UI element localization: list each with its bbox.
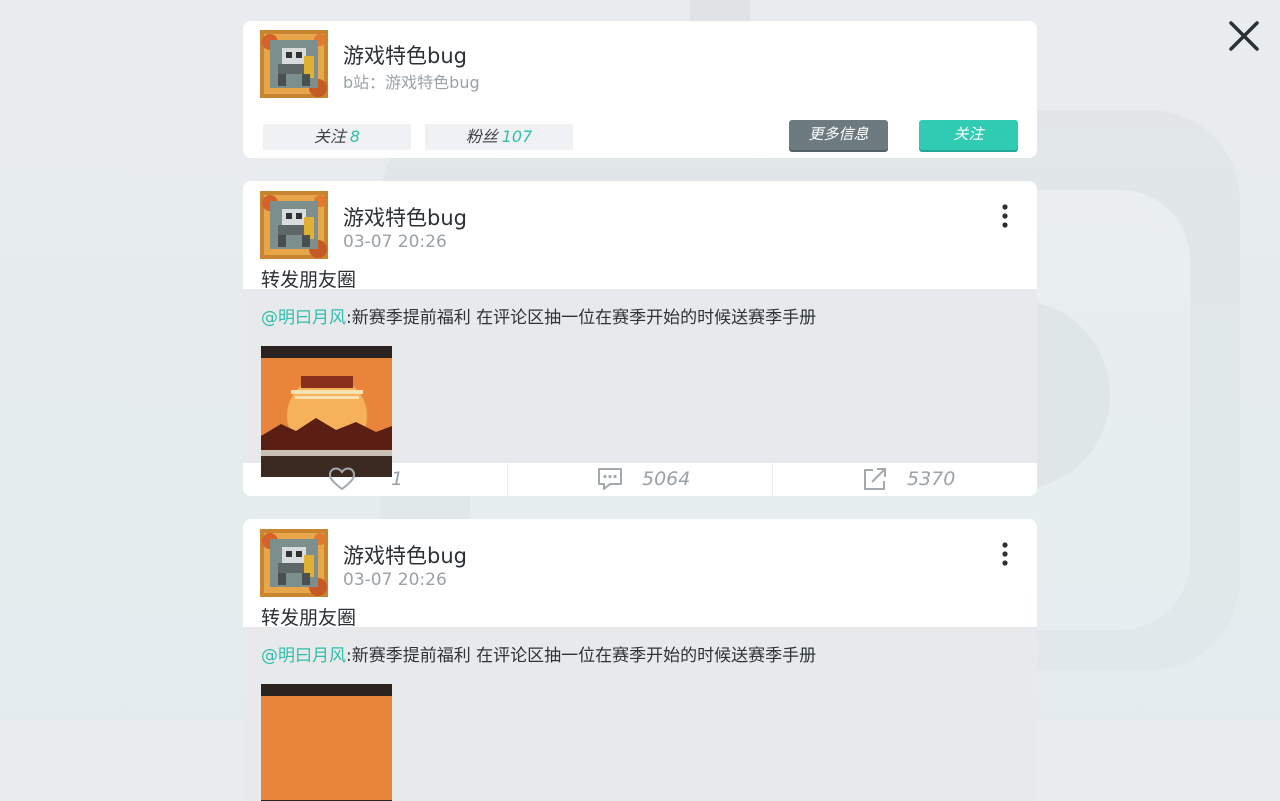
like-button[interactable]: 1 (243, 463, 508, 496)
comment-icon (598, 468, 622, 490)
post-text: 转发朋友圈 (261, 607, 357, 629)
fans-stat[interactable]: 粉丝 107 (425, 124, 573, 150)
profile-subtitle: b站：游戏特色bug (343, 73, 480, 92)
repost-content: :新赛季提前福利 在评论区抽一位在赛季开始的时候送赛季手册 (346, 646, 817, 666)
profile-card: 游戏特色bug b站：游戏特色bug 关注 8 粉丝 107 更多信息 关注 (243, 21, 1037, 158)
comment-button[interactable]: 5064 (508, 463, 773, 496)
post-thumbnail[interactable] (261, 684, 392, 801)
mention-link[interactable]: @明曰月风 (261, 646, 346, 666)
more-options-button[interactable] (995, 541, 1015, 567)
following-stat[interactable]: 关注 8 (263, 124, 411, 150)
avatar[interactable] (260, 529, 328, 597)
post-card: 游戏特色bug 03-07 20:26 转发朋友圈 @明曰月风:新赛季提前福利 … (243, 181, 1037, 496)
following-count: 8 (349, 127, 361, 146)
more-vertical-icon (1002, 542, 1008, 566)
close-icon (1229, 21, 1259, 51)
fans-count: 107 (501, 127, 533, 146)
post-card: 游戏特色bug 03-07 20:26 转发朋友圈 @明曰月风:新赛季提前福利 … (243, 519, 1037, 801)
post-author: 游戏特色bug (343, 206, 467, 230)
profile-name: 游戏特色bug (343, 44, 467, 68)
more-vertical-icon (1002, 204, 1008, 228)
repost-block[interactable]: @明曰月风:新赛季提前福利 在评论区抽一位在赛季开始的时候送赛季手册 (243, 289, 1037, 477)
post-time: 03-07 20:26 (343, 232, 447, 252)
share-count: 5370 (907, 468, 956, 490)
like-count: 1 (391, 468, 404, 490)
heart-icon (328, 467, 356, 491)
more-info-button[interactable]: 更多信息 (789, 120, 888, 150)
following-label: 关注 (313, 127, 346, 146)
share-button[interactable]: 5370 (773, 463, 1037, 496)
close-button[interactable] (1226, 18, 1262, 54)
more-options-button[interactable] (995, 203, 1015, 229)
comment-count: 5064 (642, 468, 691, 490)
avatar[interactable] (260, 191, 328, 259)
post-thumbnail[interactable] (261, 346, 392, 477)
avatar[interactable] (260, 30, 328, 98)
post-time: 03-07 20:26 (343, 570, 447, 590)
fans-label: 粉丝 (465, 127, 498, 146)
repost-line: @明曰月风:新赛季提前福利 在评论区抽一位在赛季开始的时候送赛季手册 (261, 641, 1019, 666)
follow-button[interactable]: 关注 (919, 120, 1018, 150)
repost-block[interactable]: @明曰月风:新赛季提前福利 在评论区抽一位在赛季开始的时候送赛季手册 (243, 627, 1037, 801)
post-author: 游戏特色bug (343, 544, 467, 568)
feed-column: 游戏特色bug b站：游戏特色bug 关注 8 粉丝 107 更多信息 关注 游… (243, 21, 1037, 801)
post-text: 转发朋友圈 (261, 269, 357, 291)
share-icon (864, 468, 886, 490)
mention-link[interactable]: @明曰月风 (261, 308, 346, 328)
repost-line: @明曰月风:新赛季提前福利 在评论区抽一位在赛季开始的时候送赛季手册 (261, 303, 1019, 328)
post-actions: 1 5064 5370 (243, 463, 1037, 496)
repost-content: :新赛季提前福利 在评论区抽一位在赛季开始的时候送赛季手册 (346, 308, 817, 328)
